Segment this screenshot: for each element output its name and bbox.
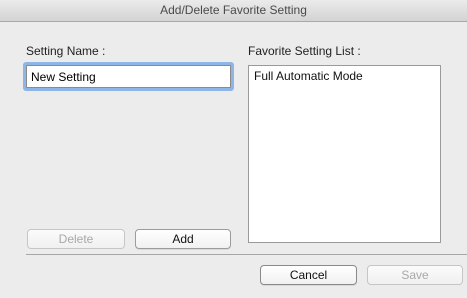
bottom-divider <box>26 254 467 255</box>
window-title: Add/Delete Favorite Setting <box>160 3 307 17</box>
setting-name-input[interactable] <box>26 65 231 88</box>
favorite-setting-list[interactable]: Full Automatic Mode <box>248 65 441 243</box>
add-button[interactable]: Add <box>135 229 231 249</box>
dialog-window: Add/Delete Favorite Setting Setting Name… <box>0 0 467 298</box>
setting-name-label: Setting Name : <box>26 44 106 58</box>
cancel-button[interactable]: Cancel <box>260 265 357 285</box>
delete-button[interactable]: Delete <box>27 229 125 249</box>
favorite-list-label: Favorite Setting List : <box>248 44 361 58</box>
list-item[interactable]: Full Automatic Mode <box>249 66 440 86</box>
save-button[interactable]: Save <box>367 265 463 285</box>
window-titlebar: Add/Delete Favorite Setting <box>0 0 467 22</box>
